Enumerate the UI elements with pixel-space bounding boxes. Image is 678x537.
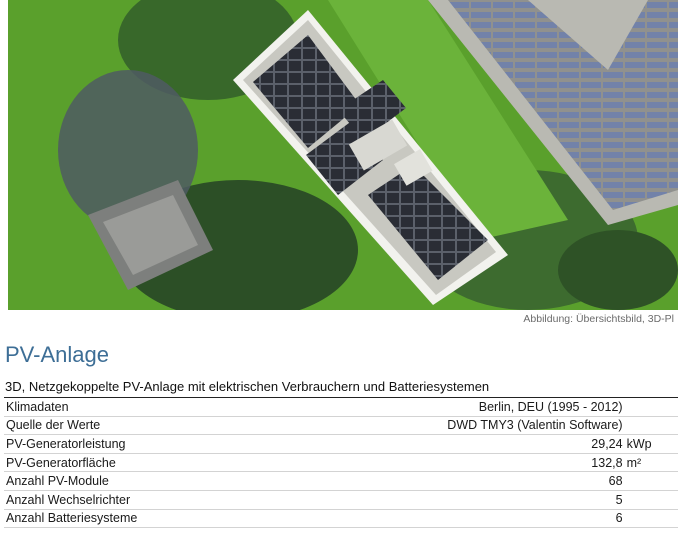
row-value: 6 <box>304 509 625 529</box>
system-data-table: Klimadaten Berlin, DEU (1995 - 2012) Que… <box>4 397 678 529</box>
row-value: 5 <box>304 490 625 510</box>
row-value: 29,24 <box>304 434 625 454</box>
row-label: PV-Generatorleistung <box>4 434 304 454</box>
row-label: Anzahl Batteriesysteme <box>4 509 304 529</box>
row-value: Berlin, DEU (1995 - 2012) <box>304 397 625 417</box>
row-unit: m² <box>624 453 678 473</box>
row-unit <box>624 416 678 436</box>
table-row: Klimadaten Berlin, DEU (1995 - 2012) <box>4 397 678 417</box>
table-row: Anzahl PV-Module 68 <box>4 471 678 491</box>
overview-image <box>8 0 678 310</box>
row-unit <box>624 471 678 491</box>
section-subtitle: 3D, Netzgekoppelte PV-Anlage mit elektri… <box>5 379 490 394</box>
row-label: PV-Generatorfläche <box>4 453 304 473</box>
row-label: Anzahl PV-Module <box>4 471 304 491</box>
table-row: PV-Generatorfläche 132,8 m² <box>4 453 678 473</box>
row-unit <box>624 490 678 510</box>
section-title: PV-Anlage <box>5 342 109 367</box>
table-row: PV-Generatorleistung 29,24 kWp <box>4 434 678 454</box>
row-unit <box>624 509 678 529</box>
row-label: Klimadaten <box>4 397 304 417</box>
row-value: 68 <box>304 471 625 491</box>
table-row: Anzahl Batteriesysteme 6 <box>4 509 678 529</box>
row-unit: kWp <box>624 434 678 454</box>
figure-caption: Abbildung: Übersichtsbild, 3D-Pl <box>523 313 674 325</box>
row-value: DWD TMY3 (Valentin Software) <box>304 416 625 436</box>
table-row: Quelle der Werte DWD TMY3 (Valentin Soft… <box>4 416 678 436</box>
row-label: Quelle der Werte <box>4 416 304 436</box>
aerial-3d-scene <box>8 0 678 310</box>
row-label: Anzahl Wechselrichter <box>4 490 304 510</box>
table-row: Anzahl Wechselrichter 5 <box>4 490 678 510</box>
row-value: 132,8 <box>304 453 625 473</box>
row-unit <box>624 397 678 417</box>
